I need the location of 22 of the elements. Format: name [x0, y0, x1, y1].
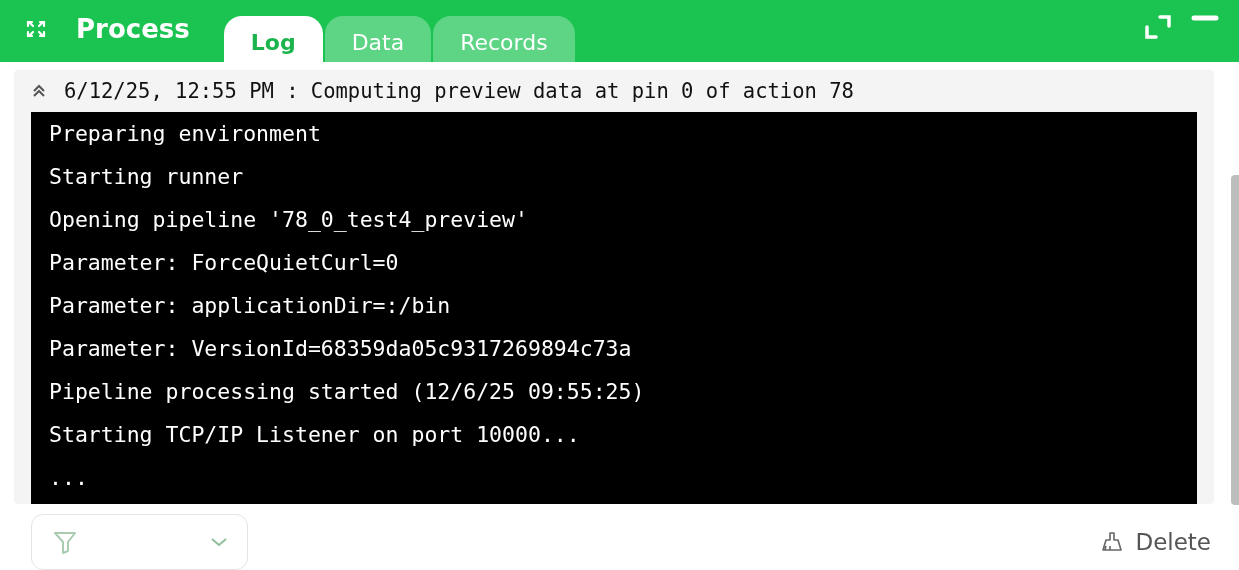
- scrollbar[interactable]: [1231, 174, 1239, 505]
- log-line: Parameter: applicationDir=:/bin: [49, 291, 452, 320]
- delete-button[interactable]: Delete: [1101, 528, 1211, 555]
- log-line: ...: [49, 463, 89, 492]
- tab[interactable]: Records: [433, 15, 575, 62]
- log-entry-header: 6/12/25, 12:55 PM : Computing preview data at pin 0 of action 78: [64, 78, 854, 103]
- filter-dropdown[interactable]: [31, 513, 248, 570]
- log-line: Starting TCP/IP Listener on port 10000...: [49, 420, 581, 449]
- log-line: Preparing environment: [49, 119, 322, 148]
- collapse-icon[interactable]: [32, 83, 46, 98]
- window-title: Process: [76, 13, 190, 44]
- expand-icon[interactable]: [1145, 14, 1171, 40]
- log-line: Starting runner: [49, 162, 245, 191]
- log-line: Parameter: VersionId=68359da05c9317269894c73a: [49, 334, 633, 363]
- log-line: Opening pipeline '78_0_test4_preview': [49, 205, 529, 234]
- tab[interactable]: Log: [223, 15, 323, 62]
- minimize-icon[interactable]: [1191, 14, 1219, 22]
- broom-icon: [1101, 530, 1124, 553]
- log-line: Parameter: ForceQuietCurl=0: [49, 248, 400, 277]
- chevron-down-icon: [211, 536, 227, 547]
- log-line: Pipeline processing started (12/6/25 09:55:25): [49, 377, 646, 406]
- tab[interactable]: Data: [324, 15, 432, 62]
